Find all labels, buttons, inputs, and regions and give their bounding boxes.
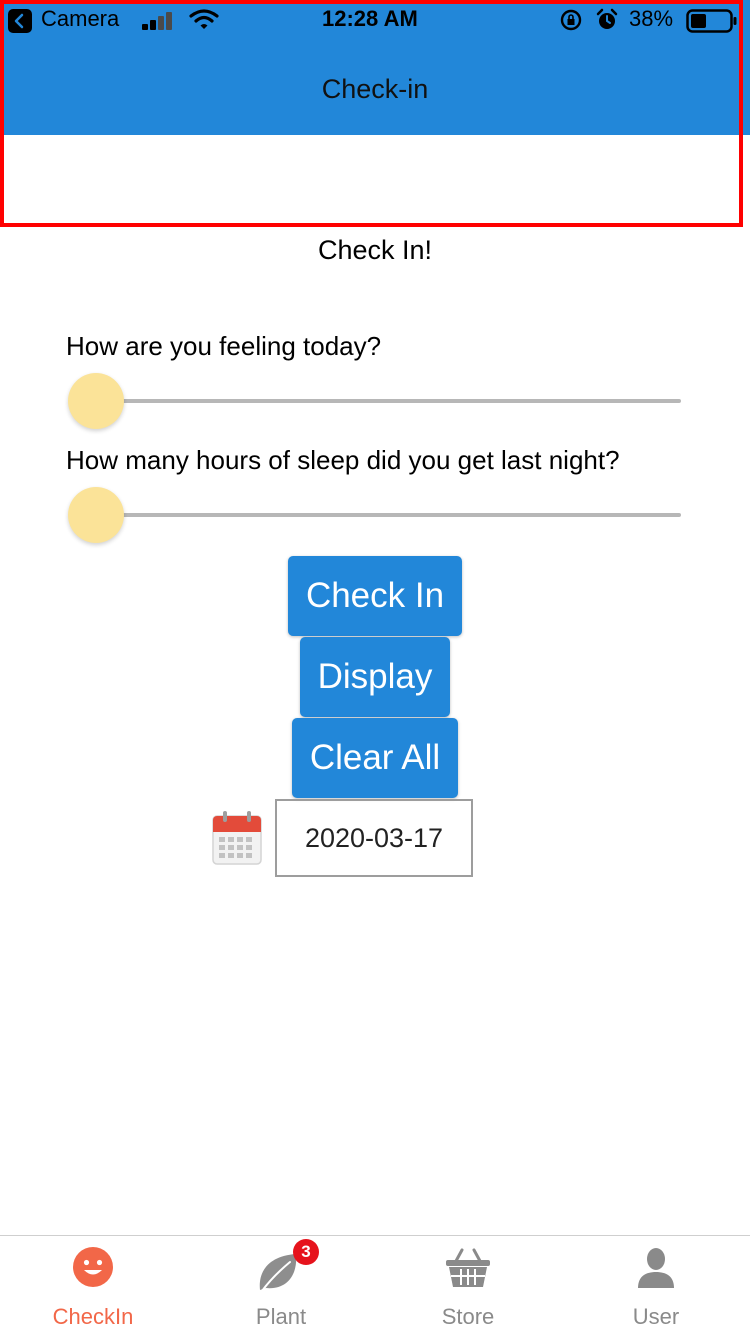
- clear-all-button[interactable]: Clear All: [292, 718, 458, 798]
- user-icon: [636, 1247, 676, 1289]
- feeling-slider-thumb[interactable]: [68, 373, 124, 429]
- highlight-frame: [0, 0, 743, 227]
- smiley-icon: [72, 1246, 114, 1288]
- feeling-question-label: How are you feeling today?: [66, 331, 382, 361]
- feeling-slider-track[interactable]: [96, 399, 681, 403]
- page-heading: Check In!: [317, 235, 433, 265]
- display-button[interactable]: Display: [300, 637, 450, 717]
- check-in-button[interactable]: Check In: [288, 556, 462, 636]
- tab-user-label: User: [632, 1304, 680, 1329]
- tab-checkin-label: CheckIn: [52, 1304, 134, 1329]
- sleep-slider-thumb[interactable]: [68, 487, 124, 543]
- plant-badge: 3: [293, 1239, 319, 1265]
- sleep-slider-track[interactable]: [96, 513, 681, 517]
- tab-plant-label: Plant: [255, 1304, 307, 1329]
- sleep-question-label: How many hours of sleep did you get last…: [66, 445, 620, 475]
- calendar-icon[interactable]: [211, 810, 263, 866]
- tab-store-label: Store: [441, 1304, 495, 1329]
- date-input[interactable]: 2020-03-17: [275, 799, 473, 877]
- basket-icon: [444, 1247, 492, 1289]
